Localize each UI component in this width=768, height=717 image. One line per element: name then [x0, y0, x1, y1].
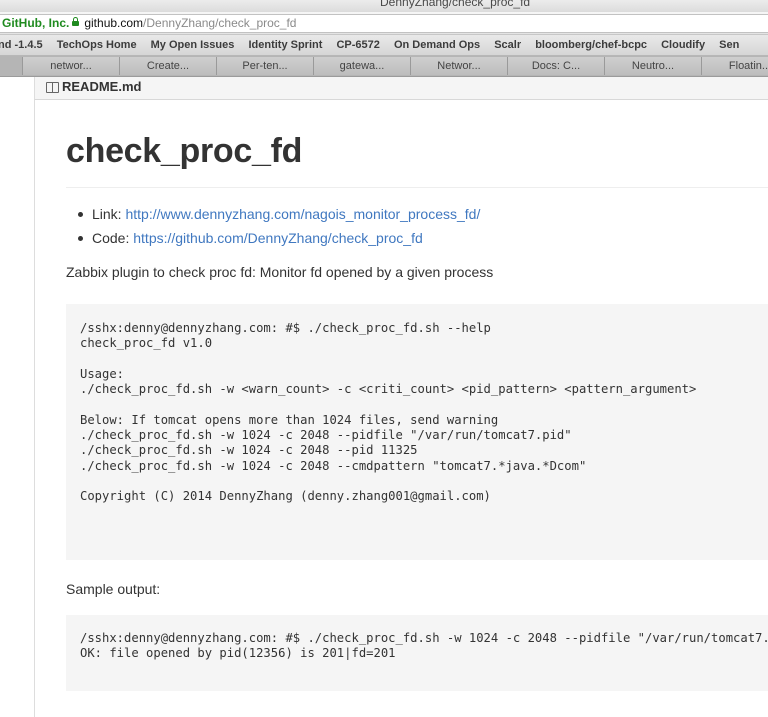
help-code-text: /sshx:denny@dennyzhang.com: #$ ./check_p… [80, 321, 697, 504]
bookmarks-bar: nd -1.4.5 TechOps Home My Open Issues Id… [0, 35, 768, 56]
url-field[interactable]: GitHub, Inc. github.com/DennyZhang/check_… [0, 14, 768, 33]
browser-tab[interactable]: networ... [22, 57, 119, 75]
window-title: DennyZhang/check_proc_fd [380, 0, 531, 9]
browser-tab[interactable]: Per-ten... [216, 57, 313, 75]
browser-tab[interactable]: Networ... [410, 57, 507, 75]
sample-code-text: /sshx:denny@dennyzhang.com: #$ ./check_p… [80, 631, 768, 661]
bookmark-item[interactable]: Identity Sprint [248, 39, 322, 51]
link-list: Link: http://www.dennyzhang.com/nagois_m… [78, 203, 480, 251]
browser-tab[interactable]: Create... [119, 57, 216, 75]
bookmark-item[interactable]: Sen [719, 39, 739, 51]
book-icon [46, 82, 59, 93]
browser-tab[interactable]: Neutro... [604, 57, 701, 75]
url-path: /DennyZhang/check_proc_fd [143, 16, 297, 30]
link-label: Link: [92, 206, 126, 222]
tab-strip: networ... Create... Per-ten... gatewa...… [0, 56, 768, 77]
repo-link[interactable]: https://github.com/DennyZhang/check_proc… [133, 230, 423, 246]
window-titlebar: DennyZhang/check_proc_fd [0, 0, 768, 12]
sample-code-block: /sshx:denny@dennyzhang.com: #$ ./check_p… [66, 615, 768, 691]
readme-filename: README.md [62, 79, 142, 94]
lock-icon [72, 17, 80, 26]
address-bar: GitHub, Inc. github.com/DennyZhang/check_… [0, 12, 768, 35]
code-label: Code: [92, 230, 134, 246]
readme-title: check_proc_fd [66, 132, 303, 170]
bookmark-item[interactable]: CP-6572 [336, 39, 379, 51]
title-divider [66, 187, 768, 188]
bookmark-item[interactable]: Scalr [494, 39, 521, 51]
bookmark-item[interactable]: My Open Issues [151, 39, 235, 51]
project-description: Zabbix plugin to check proc fd: Monitor … [66, 264, 494, 280]
bookmark-item[interactable]: Cloudify [661, 39, 705, 51]
browser-tab[interactable]: Docs: C... [507, 57, 604, 75]
page-left-gutter [0, 77, 34, 691]
browser-tab[interactable]: Floatin... [701, 57, 768, 75]
browser-tab[interactable]: gatewa... [313, 57, 410, 75]
bookmark-item[interactable]: TechOps Home [57, 39, 137, 51]
url-host: github.com [84, 16, 144, 30]
help-code-block: /sshx:denny@dennyzhang.com: #$ ./check_p… [66, 304, 768, 560]
list-item: Link: http://www.dennyzhang.com/nagois_m… [78, 203, 480, 227]
readme-header: README.md [34, 77, 768, 100]
list-item: Code: https://github.com/DennyZhang/chec… [78, 227, 480, 251]
bookmark-item[interactable]: nd -1.4.5 [0, 39, 43, 51]
sample-output-label: Sample output: [66, 581, 161, 597]
blog-link[interactable]: http://www.dennyzhang.com/nagois_monitor… [125, 206, 480, 222]
bookmark-item[interactable]: On Demand Ops [394, 39, 480, 51]
bookmark-item[interactable]: bloomberg/chef-bcpc [535, 39, 647, 51]
ev-certificate-badge[interactable]: GitHub, Inc. [0, 16, 69, 30]
